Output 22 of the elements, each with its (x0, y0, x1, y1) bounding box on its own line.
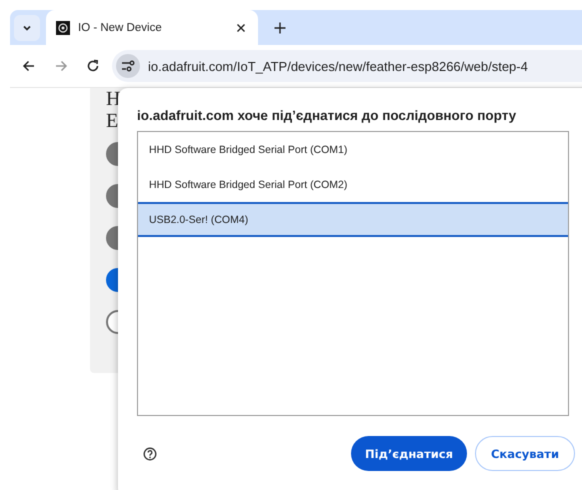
sliders-icon (121, 60, 135, 72)
favicon-icon (56, 20, 70, 34)
tab-title: IO - New Device (78, 22, 163, 34)
url-text: io.adafruit.com/IoT_ATP/devices/new/feather-esp8266/web/step-4 (148, 58, 528, 74)
heading-text: E (106, 110, 118, 132)
address-bar[interactable]: io.adafruit.com/IoT_ATP/devices/new/feather-esp8266/web/step-4 (112, 50, 582, 82)
port-option[interactable]: HHD Software Bridged Serial Port (COM1) (138, 132, 568, 167)
back-arrow-icon[interactable] (22, 59, 36, 73)
reload-icon[interactable] (86, 59, 100, 73)
port-option[interactable]: HHD Software Bridged Serial Port (COM2) (138, 167, 568, 202)
new-tab-icon[interactable] (274, 22, 286, 34)
port-option[interactable]: USB2.0-Ser! (COM4) (138, 202, 568, 237)
help-icon[interactable] (143, 446, 157, 460)
forward-arrow-icon[interactable] (54, 59, 68, 73)
close-icon[interactable] (236, 22, 246, 32)
dialog-title: io.adafruit.com хоче під’єднатися до послідовного порту (137, 108, 518, 123)
connect-button[interactable]: Під’єднатися (351, 436, 467, 471)
heading-text: H (106, 88, 120, 110)
tab-search-button[interactable] (14, 14, 40, 40)
site-settings-button[interactable] (116, 54, 140, 78)
cancel-button[interactable]: Скасувати (475, 436, 575, 471)
browser-tab[interactable]: IO - New Device (46, 10, 258, 45)
